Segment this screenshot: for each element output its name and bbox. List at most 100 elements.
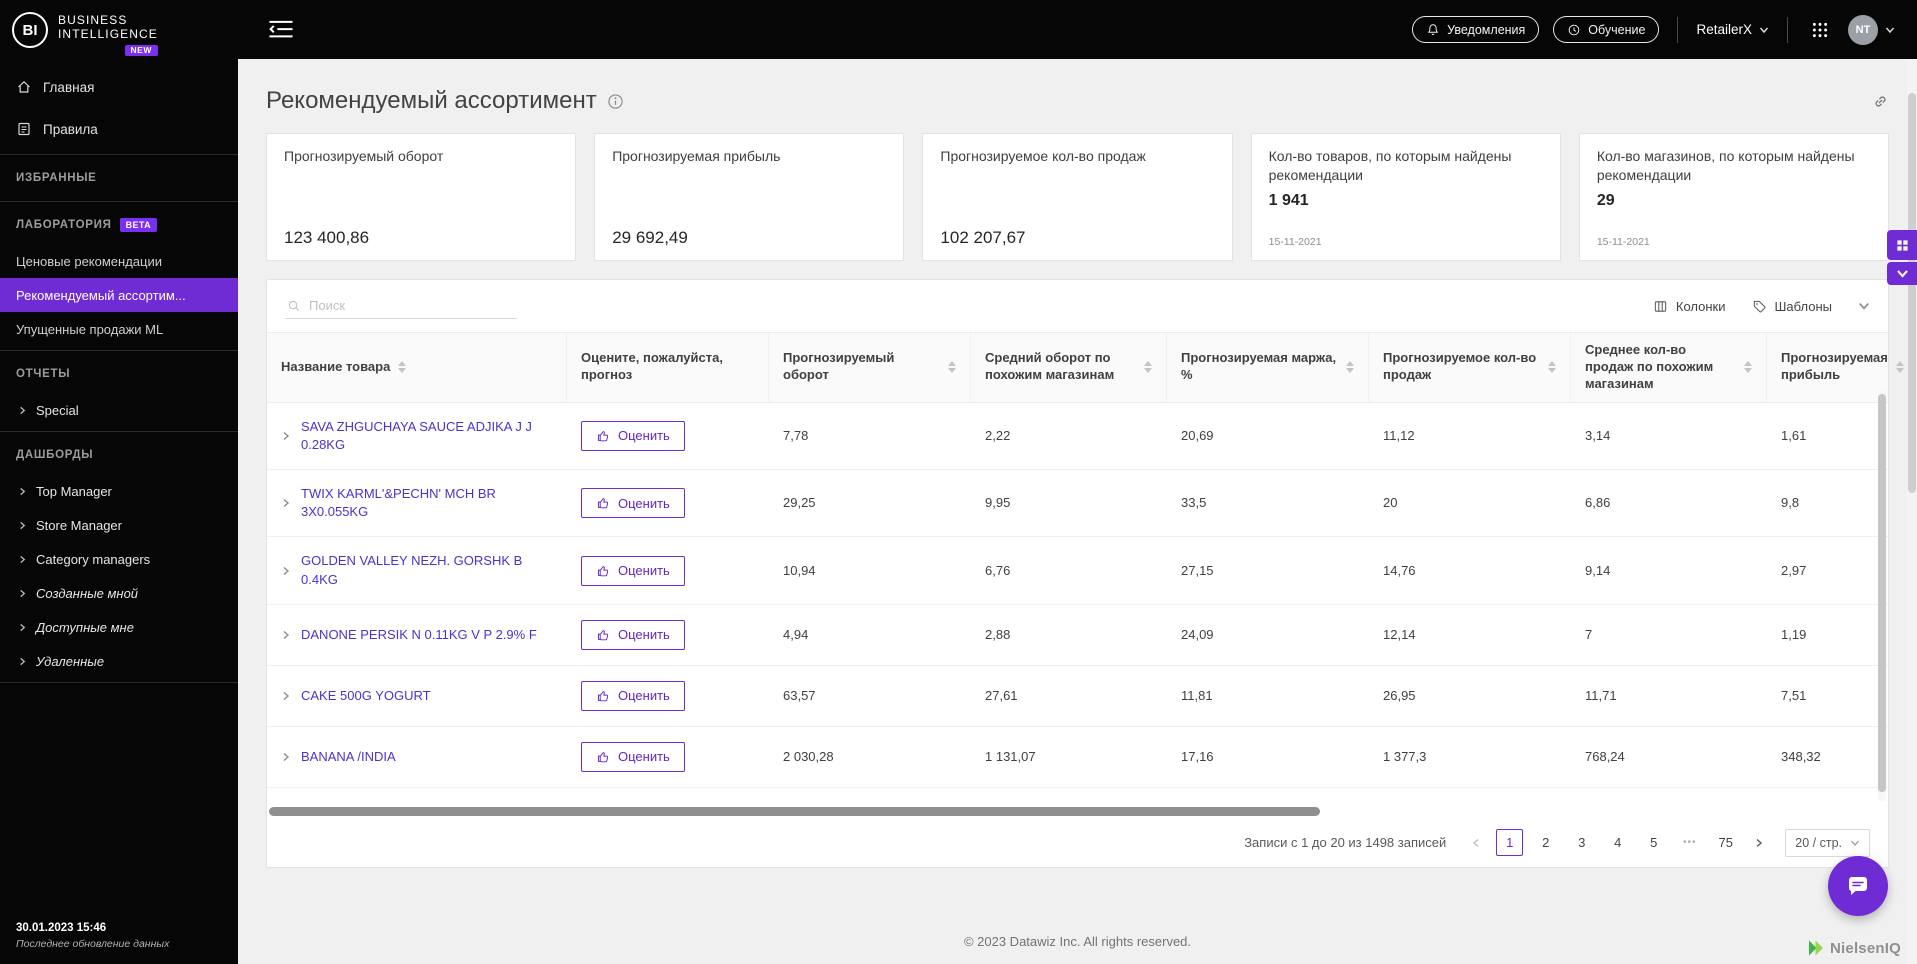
sidebar-item-lost-sales-ml[interactable]: Упущенные продажи ML — [0, 312, 238, 346]
column-header-avg-turnover[interactable]: Средний оборот по похожим магазинам — [971, 333, 1167, 402]
column-header-product-name[interactable]: Название товара — [267, 333, 567, 402]
page-button-75[interactable]: 75 — [1712, 829, 1739, 856]
avatar: NT — [1848, 14, 1878, 45]
sidebar-item-recommended-assortment[interactable]: Рекомендуемый ассортим... — [0, 278, 238, 313]
sort-icon[interactable] — [1744, 361, 1752, 374]
column-header-avg-sales[interactable]: Среднее кол-во продаж по похожим магазин… — [1571, 333, 1767, 402]
sidebar-item-rules[interactable]: Правила — [0, 108, 238, 150]
user-menu[interactable]: NT — [1848, 14, 1895, 45]
sort-icon[interactable] — [1548, 361, 1556, 374]
table-row: TWIX KARML'&PECHN' MCH BR 3X0.055KG Оцен… — [267, 470, 1888, 538]
column-header-label: Среднее кол-во продаж по похожим магазин… — [1585, 342, 1714, 391]
rate-button[interactable]: Оценить — [581, 488, 685, 519]
page-button-1[interactable]: 1 — [1496, 829, 1524, 857]
row-expand-icon[interactable] — [281, 752, 291, 762]
prev-page-button[interactable] — [1465, 832, 1487, 854]
sidebar-footer: 30.01.2023 15:46 Последнее обновление да… — [0, 922, 238, 964]
product-link[interactable]: GOLDEN VALLEY NEZH. GORSHK B 0.4KG — [301, 552, 551, 588]
page-button-2[interactable]: 2 — [1532, 829, 1559, 856]
thumbs-up-icon — [597, 431, 609, 442]
cell-profit: 7,51 — [1781, 687, 1807, 703]
cell-avg-sales: 6,86 — [1585, 495, 1611, 511]
product-link[interactable]: SAVA ZHGUCHAYA SAUCE ADJIKA J J 0.28KG — [301, 418, 551, 454]
sidebar-item-special[interactable]: Special — [0, 393, 238, 427]
collapse-float-button[interactable] — [1887, 262, 1917, 285]
app-logo[interactable]: BI BUSINESS INTELLIGENCE NEW — [0, 0, 238, 66]
notifications-button[interactable]: Уведомления — [1412, 16, 1540, 43]
info-icon[interactable] — [607, 93, 624, 110]
row-expand-icon[interactable] — [281, 566, 291, 576]
table-horizontal-scrollbar[interactable] — [269, 805, 1886, 819]
stat-label: Прогнозируемое кол-во продаж — [940, 148, 1146, 164]
apps-grid-button[interactable] — [1806, 16, 1834, 44]
sidebar-section-reports[interactable]: ОТЧЕТЫ — [0, 355, 238, 393]
scrollbar-thumb[interactable] — [1878, 394, 1886, 793]
templates-button[interactable]: Шаблоны — [1752, 299, 1832, 314]
columns-button[interactable]: Колонки — [1653, 299, 1726, 314]
rate-button[interactable]: Оценить — [581, 555, 685, 586]
cell-profit: 9,8 — [1781, 495, 1800, 511]
rate-button[interactable]: Оценить — [581, 619, 685, 650]
column-header-forecast-margin[interactable]: Прогнозируемая маржа, % — [1167, 333, 1369, 402]
sidebar-item-store-manager[interactable]: Store Manager — [0, 508, 238, 542]
row-expand-icon[interactable] — [281, 431, 291, 441]
product-link[interactable]: BANANA /INDIA — [301, 748, 396, 766]
sidebar-collapse-button[interactable] — [268, 19, 294, 41]
row-expand-icon[interactable] — [281, 498, 291, 508]
table-vertical-scrollbar[interactable] — [1878, 390, 1886, 801]
sort-icon[interactable] — [398, 361, 407, 374]
page-button-3[interactable]: 3 — [1568, 829, 1595, 856]
sort-icon[interactable] — [948, 361, 956, 374]
share-link-icon[interactable] — [1872, 93, 1889, 110]
sidebar-item-price-recommendations[interactable]: Ценовые рекомендации — [0, 244, 238, 278]
sort-icon[interactable] — [1346, 361, 1354, 374]
sidebar-section-favorites[interactable]: ИЗБРАННЫЕ — [0, 159, 238, 197]
sort-icon[interactable] — [1144, 361, 1152, 374]
scrollbar-thumb[interactable] — [269, 806, 1321, 816]
row-expand-icon[interactable] — [281, 691, 291, 701]
training-icon — [1569, 24, 1580, 35]
sidebar-item-label: Упущенные продажи ML — [16, 321, 164, 337]
section-label: ИЗБРАННЫЕ — [16, 172, 97, 185]
scrollbar-thumb[interactable] — [1908, 93, 1916, 493]
sidebar-section-dashboards[interactable]: ДАШБОРДЫ — [0, 436, 238, 474]
menu-fold-icon — [269, 21, 293, 38]
column-header-forecast-sales[interactable]: Прогнозируемое кол-во продаж — [1369, 333, 1571, 402]
sidebar-item-deleted[interactable]: Удаленные — [0, 644, 238, 678]
chevron-left-icon — [1473, 838, 1479, 847]
column-header-rate-forecast: Оцените, пожалуйста, прогноз — [567, 333, 769, 402]
product-link[interactable]: CAKE 500G YOGURT — [301, 687, 431, 705]
sidebar-divider — [0, 201, 238, 203]
rate-button[interactable]: Оценить — [581, 741, 685, 772]
rate-button[interactable]: Оценить — [581, 680, 685, 711]
page-scrollbar[interactable] — [1907, 59, 1917, 964]
next-page-button[interactable] — [1748, 832, 1770, 854]
page-size-select[interactable]: 20 / стр. — [1785, 828, 1870, 857]
product-link[interactable]: TWIX KARML'&PECHN' MCH BR 3X0.055KG — [301, 485, 551, 521]
sidebar-item-home[interactable]: Главная — [0, 66, 238, 108]
page-button-4[interactable]: 4 — [1604, 829, 1631, 856]
table-row: LAK D'AZUR WHITE P/NET 10-12% 1L T/PACK … — [267, 788, 1888, 803]
stat-label: Прогнозируемый оборот — [284, 148, 444, 164]
page-button-5[interactable]: 5 — [1640, 829, 1667, 856]
sidebar-item-top-manager[interactable]: Top Manager — [0, 474, 238, 508]
sidebar-item-available-to-me[interactable]: Доступные мне — [0, 610, 238, 644]
retailer-dropdown[interactable]: RetailerX — [1696, 22, 1769, 37]
product-link[interactable]: DANONE PERSIK N 0.11KG V P 2.9% F — [301, 626, 537, 644]
sidebar-section-laboratory[interactable]: ЛАБОРАТОРИЯ BETA — [0, 206, 238, 244]
rate-button[interactable]: Оценить — [581, 420, 685, 451]
chat-widget-button[interactable] — [1828, 856, 1888, 916]
cell-turnover: 56,96 — [769, 788, 971, 803]
sort-icon[interactable] — [1895, 361, 1904, 374]
column-header-label: Средний оборот по похожим магазинам — [985, 350, 1115, 383]
training-button[interactable]: Обучение — [1553, 16, 1660, 43]
page-ellipsis[interactable]: ••• — [1676, 829, 1703, 856]
sidebar-item-created-by-me[interactable]: Созданные мной — [0, 576, 238, 610]
column-header-forecast-profit[interactable]: Прогнозируемая прибыль — [1767, 333, 1904, 402]
sidebar-item-category-managers[interactable]: Category managers — [0, 542, 238, 576]
row-expand-icon[interactable] — [281, 630, 291, 640]
dashboard-float-button[interactable] — [1887, 230, 1917, 260]
panel-chevron-down-icon[interactable] — [1858, 300, 1870, 312]
column-header-forecast-turnover[interactable]: Прогнозируемый оборот — [769, 333, 971, 402]
search-input[interactable] — [309, 298, 515, 313]
